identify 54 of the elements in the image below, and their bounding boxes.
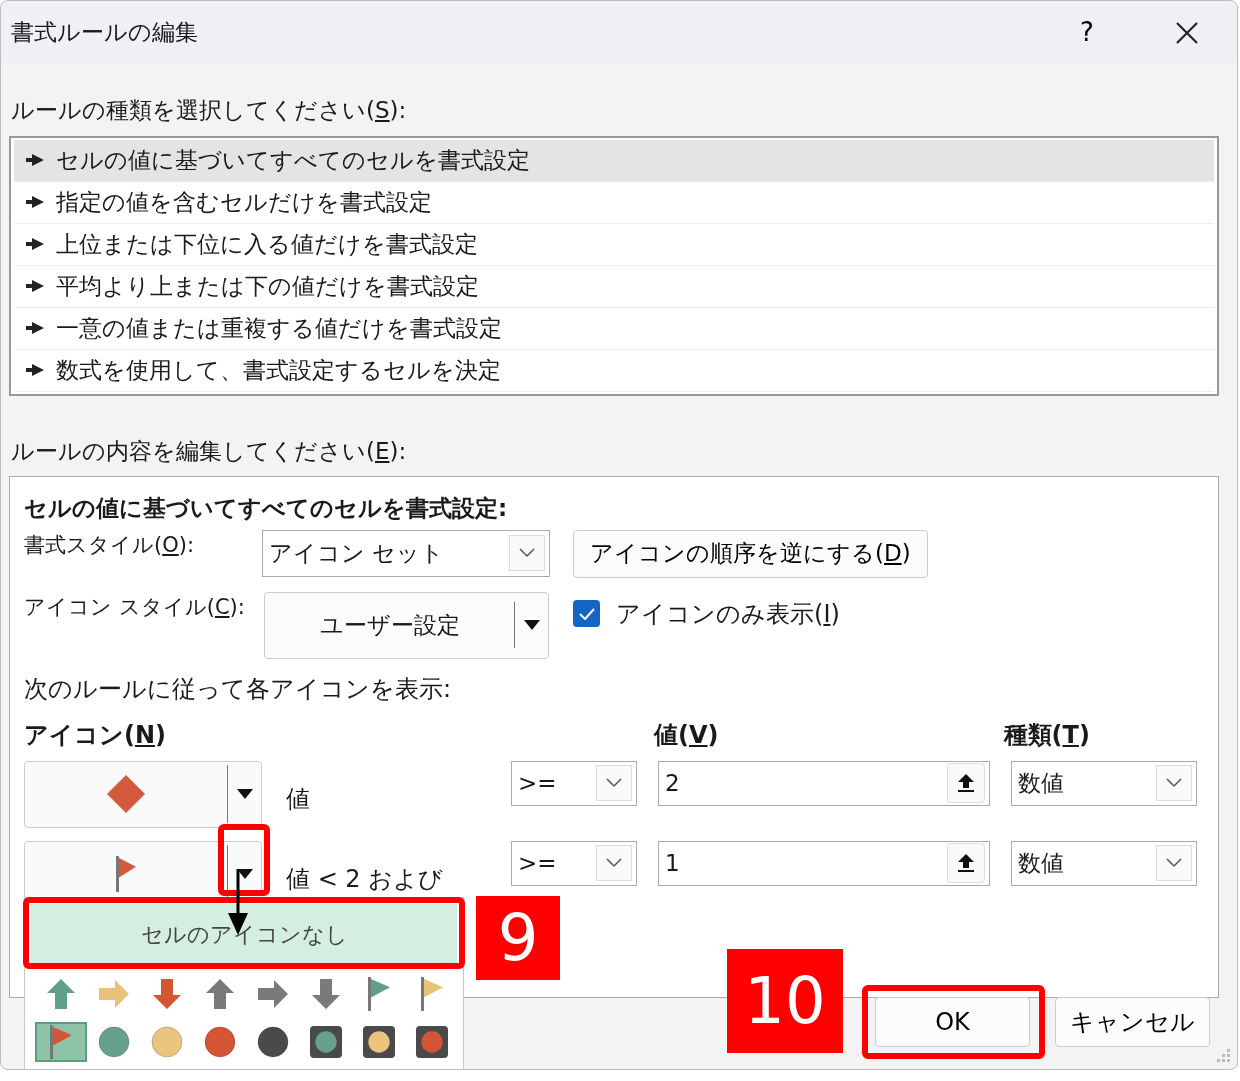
ok-button[interactable]: OK bbox=[875, 997, 1030, 1047]
panel-heading: セルの値に基づいてすべてのセルを書式設定: bbox=[24, 494, 509, 523]
help-button[interactable]: ? bbox=[1037, 11, 1137, 53]
rule-type-item[interactable]: 数式を使用して、書式設定するセルを決定 bbox=[14, 349, 1214, 392]
type-combo[interactable]: 数値 bbox=[1011, 760, 1197, 806]
column-header: アイコン(N) bbox=[24, 719, 167, 751]
caret-icon bbox=[236, 789, 253, 799]
format-style-combo[interactable]: アイコン セット bbox=[262, 529, 550, 577]
pointer-icon bbox=[26, 364, 44, 376]
rule-type-item[interactable]: 指定の値を含むセルだけを書式設定 bbox=[14, 181, 1214, 224]
value-field[interactable]: 1 bbox=[658, 840, 990, 886]
dialog-title: 書式ルールの編集 bbox=[11, 17, 199, 47]
condition-text: 値 < 2 および bbox=[285, 863, 445, 895]
caret-icon bbox=[523, 620, 540, 630]
column-header: 種類(T) bbox=[1003, 719, 1090, 751]
rule-type-item[interactable]: セルの値に基づいてすべてのセルを書式設定 bbox=[14, 139, 1214, 182]
condition-text: 値 bbox=[285, 783, 311, 815]
rule-type-item[interactable]: 平均より上または下の値だけを書式設定 bbox=[14, 265, 1214, 308]
collapse-dialog-icon bbox=[957, 853, 975, 873]
chevron-down-icon bbox=[519, 548, 535, 558]
chevron-down-icon bbox=[1166, 858, 1182, 868]
column-header: 値(V) bbox=[654, 719, 719, 751]
rule-type-item[interactable]: 一意の値または重複する値だけを書式設定 bbox=[14, 307, 1214, 350]
pointer-icon bbox=[26, 280, 44, 292]
step-number: 9 bbox=[476, 896, 560, 980]
pointer-icon bbox=[26, 196, 44, 208]
section-label: ルールの内容を編集してください(E): bbox=[10, 436, 408, 466]
chevron-down-icon bbox=[606, 778, 622, 788]
operator-combo[interactable]: >= bbox=[511, 760, 637, 806]
icon-dropdown[interactable] bbox=[24, 760, 262, 828]
caption: 次のルールに従って各アイコンを表示: bbox=[24, 673, 453, 705]
chevron-down-icon bbox=[1166, 778, 1182, 788]
resize-grip-icon bbox=[1217, 1049, 1231, 1063]
pointer-icon bbox=[26, 154, 44, 166]
rule-type-item[interactable]: 上位または下位に入る値だけを書式設定 bbox=[14, 223, 1214, 266]
icon-style-combo[interactable]: ユーザー設定 bbox=[264, 591, 549, 659]
collapse-dialog-icon bbox=[957, 773, 975, 793]
form-label: 書式スタイル(O): bbox=[24, 531, 195, 559]
no-icon-option[interactable]: セルのアイコンなし bbox=[31, 904, 457, 964]
pointer-icon bbox=[26, 322, 44, 334]
section-label: ルールの種類を選択してください(S): bbox=[10, 96, 408, 125]
form-label: アイコン スタイル(C): bbox=[24, 593, 246, 621]
reverse-order-button[interactable]: アイコンの順序を逆にする(D) bbox=[573, 529, 928, 578]
close-icon[interactable] bbox=[1175, 21, 1199, 45]
checkbox[interactable] bbox=[573, 600, 600, 627]
operator-combo[interactable]: >= bbox=[511, 840, 637, 886]
checkbox-label: アイコンのみ表示(I) bbox=[616, 598, 840, 630]
step-number: 10 bbox=[727, 949, 843, 1053]
chevron-down-icon bbox=[606, 858, 622, 868]
cancel-button[interactable]: キャンセル bbox=[1055, 997, 1210, 1047]
pointer-icon bbox=[26, 238, 44, 250]
check-icon bbox=[578, 607, 595, 620]
value-field[interactable]: 2 bbox=[658, 760, 990, 806]
type-combo[interactable]: 数値 bbox=[1011, 840, 1197, 886]
